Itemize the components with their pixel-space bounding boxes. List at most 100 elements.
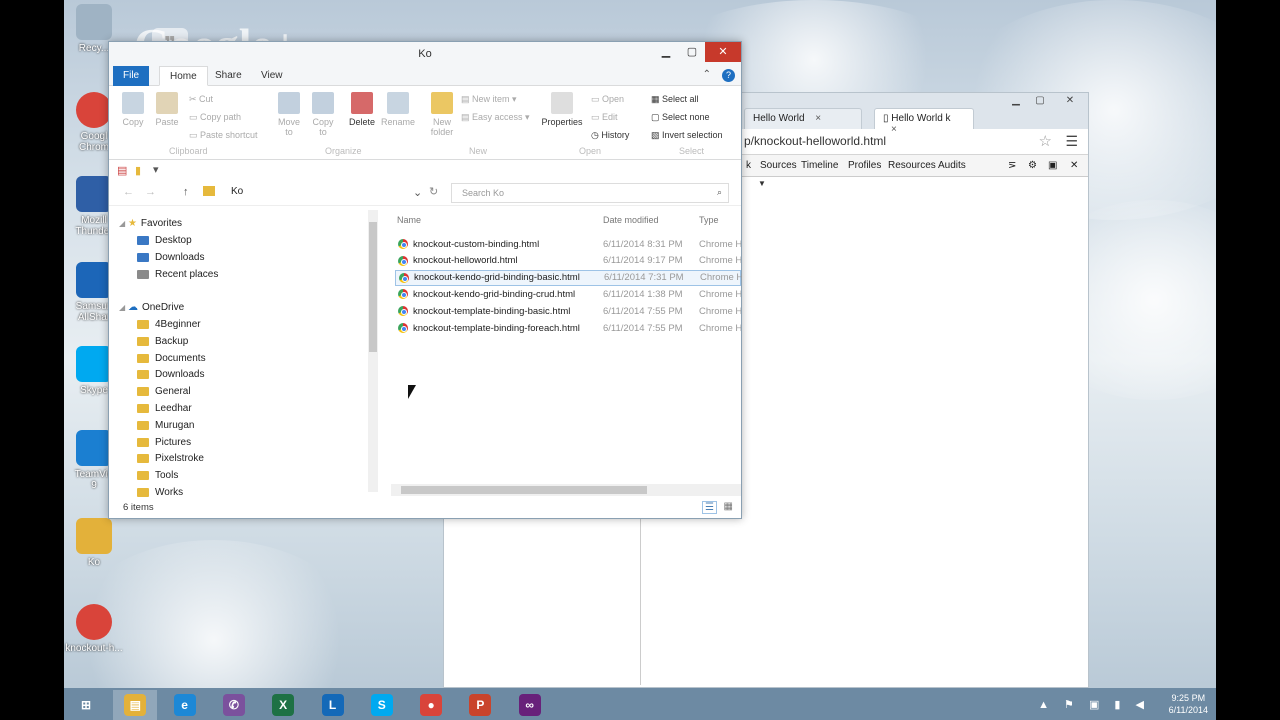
devtools-tab-sources[interactable]: Sources [760, 160, 797, 171]
nav-item-folder[interactable]: 4Beginner [137, 319, 201, 330]
minimize-icon[interactable]: ▁ [1004, 95, 1028, 109]
address-text[interactable]: p/knockout-helloworld.html [744, 134, 886, 148]
tab-share[interactable]: Share [205, 66, 252, 86]
minimize-icon[interactable]: ▁ [653, 42, 679, 62]
nav-item-favorite[interactable]: Desktop [137, 235, 192, 246]
paste-shortcut-button[interactable]: ▭ Paste shortcut [189, 130, 258, 141]
dock-icon[interactable]: ▣ [1048, 160, 1057, 171]
large-icons-view-icon[interactable]: ▦ [724, 501, 733, 512]
properties-button[interactable]: Properties [539, 92, 585, 127]
open-button[interactable]: ▭ Open [591, 94, 624, 105]
easy-access-button[interactable]: ▤ Easy access ▾ [461, 112, 530, 123]
nav-favorites[interactable]: ◢ ★ Favorites [119, 218, 182, 229]
devtools-tab-audits[interactable]: Audits [938, 160, 966, 171]
copy-path-button[interactable]: ▭ Copy path [189, 112, 241, 123]
help-icon[interactable]: ? [722, 69, 735, 82]
close-icon[interactable]: ✕ [1070, 160, 1078, 171]
hamburger-menu-icon[interactable]: ☰ [1065, 133, 1078, 150]
clock[interactable]: 9:25 PM 6/11/2014 [1169, 692, 1208, 716]
column-header-date[interactable]: Date modified [603, 215, 659, 225]
chevron-down-icon[interactable]: ▾ [153, 163, 159, 176]
devtools-tab-timeline[interactable]: Timeline [801, 160, 838, 171]
nav-item-favorite[interactable]: Recent places [137, 269, 218, 280]
chrome-tab-2[interactable]: ▯ Hello World k × [874, 108, 974, 135]
taskbar-skype[interactable]: S [360, 690, 404, 720]
file-row[interactable]: knockout-template-binding-foreach.html 6/… [395, 320, 741, 336]
tab-file[interactable]: File [113, 66, 150, 86]
nav-item-folder[interactable]: General [137, 386, 191, 397]
taskbar-file-explorer[interactable]: ▤ [113, 690, 158, 720]
column-header-type[interactable]: Type [699, 215, 719, 225]
delete-button[interactable]: Delete [347, 92, 377, 127]
desktop-icon[interactable]: knockout-h... [64, 604, 124, 654]
new-folder-button[interactable]: New folder [427, 92, 457, 137]
nav-item-folder[interactable]: Murugan [137, 420, 194, 431]
taskbar-powerpoint[interactable]: P [458, 690, 502, 720]
maximize-icon[interactable]: ▢ [679, 42, 705, 62]
details-view-icon[interactable]: ☰ [702, 501, 717, 514]
nav-item-folder[interactable]: Backup [137, 336, 188, 347]
up-arrow-icon[interactable]: ↑ [183, 186, 189, 198]
taskbar-lync[interactable]: L [311, 690, 355, 720]
close-icon[interactable]: × [815, 113, 821, 124]
nav-item-folder[interactable]: Tools [137, 470, 178, 481]
devtools-tab-elements[interactable]: k [746, 160, 751, 171]
chrome-tab-1[interactable]: Hello World × [744, 108, 862, 129]
folder-icon[interactable]: ▮ [135, 164, 141, 177]
refresh-icon[interactable]: ↻ [429, 185, 438, 198]
taskbar-visual-studio[interactable]: ∞ [508, 690, 552, 720]
nav-item-folder[interactable]: Pixelstroke [137, 453, 204, 464]
select-all-button[interactable]: ▦ Select all [651, 94, 699, 105]
invert-selection-button[interactable]: ▧ Invert selection [651, 130, 723, 141]
dom-tree-caret[interactable]: ▼ [758, 179, 766, 188]
properties-icon[interactable]: ▤ [117, 164, 127, 177]
console-icon[interactable]: ⋝ [1008, 160, 1016, 171]
scrollbar-thumb[interactable] [401, 486, 647, 494]
forward-arrow-icon[interactable]: → [145, 186, 156, 198]
taskbar-excel[interactable]: X [261, 690, 305, 720]
search-input[interactable]: Search Ko ⌕ [451, 183, 729, 203]
chevron-down-icon[interactable]: ⌄ [413, 186, 422, 199]
desktop-icon[interactable]: Ko [64, 518, 124, 568]
nav-item-folder[interactable]: Downloads [137, 369, 204, 380]
move-to-button[interactable]: Move to [275, 92, 303, 137]
nav-item-folder[interactable]: Works [137, 487, 183, 498]
file-row[interactable]: knockout-template-binding-basic.html 6/11… [395, 303, 741, 319]
file-row[interactable]: knockout-custom-binding.html 6/11/2014 8:… [395, 236, 741, 252]
nav-item-folder[interactable]: Pictures [137, 437, 191, 448]
tab-home[interactable]: Home [159, 66, 208, 86]
taskbar-start[interactable]: ⊞ [64, 690, 108, 720]
nav-item-folder[interactable]: Leedhar [137, 403, 192, 414]
nav-onedrive[interactable]: ◢ ☁ OneDrive [119, 302, 184, 313]
devtools-tab-resources[interactable]: Resources [888, 160, 936, 171]
scrollbar-thumb[interactable] [369, 222, 377, 352]
taskbar-chrome[interactable]: ● [409, 690, 453, 720]
close-icon[interactable]: ✕ [1058, 95, 1082, 109]
copy-to-button[interactable]: Copy to [309, 92, 337, 137]
nav-item-folder[interactable]: Documents [137, 353, 206, 364]
rename-button[interactable]: Rename [381, 92, 415, 127]
copy-button[interactable]: Copy [121, 92, 145, 127]
chevron-up-icon[interactable]: ⌃ [703, 69, 711, 80]
star-icon[interactable]: ☆ [1039, 132, 1052, 150]
system-tray[interactable]: ▲ ⚑ ▣ ▮ ◀ [1038, 698, 1150, 711]
taskbar-viber[interactable]: ✆ [212, 690, 256, 720]
nav-scrollbar[interactable] [368, 210, 378, 492]
tab-view[interactable]: View [251, 66, 293, 86]
taskbar-internet-explorer[interactable]: e [163, 690, 207, 720]
paste-button[interactable]: Paste [155, 92, 179, 127]
file-row[interactable]: knockout-kendo-grid-binding-crud.html 6/1… [395, 286, 741, 302]
address-path[interactable]: Ko [231, 186, 243, 197]
nav-item-favorite[interactable]: Downloads [137, 252, 204, 263]
maximize-icon[interactable]: ▢ [1028, 95, 1052, 109]
select-none-button[interactable]: ▢ Select none [651, 112, 710, 123]
edit-button[interactable]: ▭ Edit [591, 112, 618, 123]
file-row[interactable]: knockout-helloworld.html 6/11/2014 9:17 P… [395, 253, 741, 269]
cut-button[interactable]: ✂ Cut [189, 94, 213, 105]
new-item-button[interactable]: ▤ New item ▾ [461, 94, 517, 105]
gear-icon[interactable]: ⚙ [1028, 160, 1037, 171]
column-header-name[interactable]: Name [397, 215, 421, 225]
back-arrow-icon[interactable]: ← [123, 186, 134, 198]
horizontal-scrollbar[interactable] [391, 484, 741, 496]
file-row[interactable]: knockout-kendo-grid-binding-basic.html 6/… [395, 269, 742, 286]
